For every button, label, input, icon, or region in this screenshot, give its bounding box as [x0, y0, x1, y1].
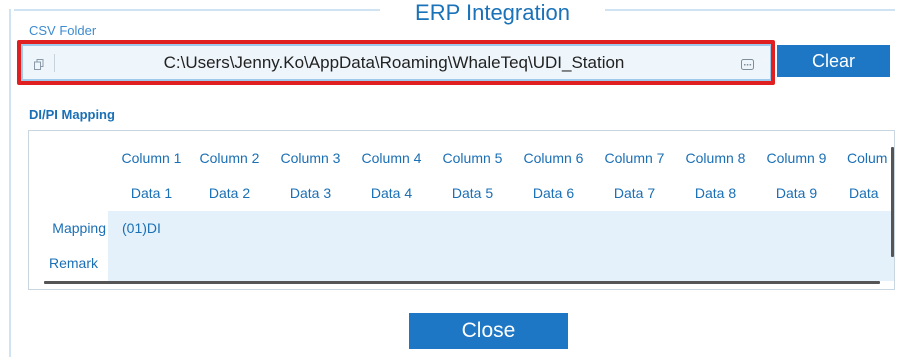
mapping-grid[interactable]: Column 1 Column 2 Column 3 Column 4 Colu…	[28, 130, 895, 290]
remark-row-label: Remark	[48, 255, 98, 271]
vertical-scrollbar[interactable]	[891, 147, 894, 257]
column-header[interactable]: Column 9	[756, 141, 837, 176]
mapping-cell[interactable]	[432, 211, 513, 246]
mapping-cell[interactable]	[675, 211, 756, 246]
data-cell[interactable]: Data 2	[189, 176, 270, 211]
column-header[interactable]: Column 2	[189, 141, 270, 176]
clear-button[interactable]: Clear	[777, 45, 890, 77]
dialog-title: ERP Integration	[415, 0, 570, 25]
mapping-cell[interactable]	[837, 211, 894, 246]
close-button[interactable]: Close	[409, 313, 568, 349]
column-header[interactable]: Column 1	[114, 141, 189, 176]
column-header[interactable]: Column 3	[270, 141, 351, 176]
column-header[interactable]: Colum	[837, 141, 894, 176]
data-cell[interactable]: Data 1	[114, 176, 189, 211]
column-header[interactable]: Column 6	[513, 141, 594, 176]
mapping-cell[interactable]	[351, 211, 432, 246]
data-cell[interactable]: Data	[837, 176, 894, 211]
column-header[interactable]: Column 4	[351, 141, 432, 176]
mapping-cell[interactable]	[594, 211, 675, 246]
remark-cells[interactable]	[108, 246, 894, 281]
csv-folder-label: CSV Folder	[29, 23, 97, 38]
column-header[interactable]: Column 5	[432, 141, 513, 176]
data-cell[interactable]: Data 5	[432, 176, 513, 211]
data-cell[interactable]: Data 8	[675, 176, 756, 211]
data-cell[interactable]: Data 3	[270, 176, 351, 211]
mapping-row: Mapping (01)DI	[29, 211, 894, 246]
data-cell[interactable]: Data 7	[594, 176, 675, 211]
frame-border-left	[9, 9, 11, 357]
data-cell[interactable]: Data 6	[513, 176, 594, 211]
horizontal-scrollbar[interactable]	[44, 281, 880, 284]
data-cell[interactable]: Data 9	[756, 176, 837, 211]
mapping-cell[interactable]: (01)DI	[108, 211, 189, 246]
column-header[interactable]: Column 7	[594, 141, 675, 176]
data-cell[interactable]: Data 4	[351, 176, 432, 211]
mapping-row-label: Mapping	[52, 220, 106, 236]
remark-row: Remark	[29, 246, 894, 281]
path-highlight-box	[17, 40, 775, 85]
mapping-cell[interactable]	[756, 211, 837, 246]
frame-border-top-left	[14, 9, 380, 11]
column-header[interactable]: Column 8	[675, 141, 756, 176]
frame-border-top-right	[605, 9, 895, 11]
dipi-mapping-label: DI/PI Mapping	[29, 107, 115, 122]
mapping-cell[interactable]	[270, 211, 351, 246]
mapping-cell[interactable]	[513, 211, 594, 246]
mapping-cell[interactable]	[189, 211, 270, 246]
